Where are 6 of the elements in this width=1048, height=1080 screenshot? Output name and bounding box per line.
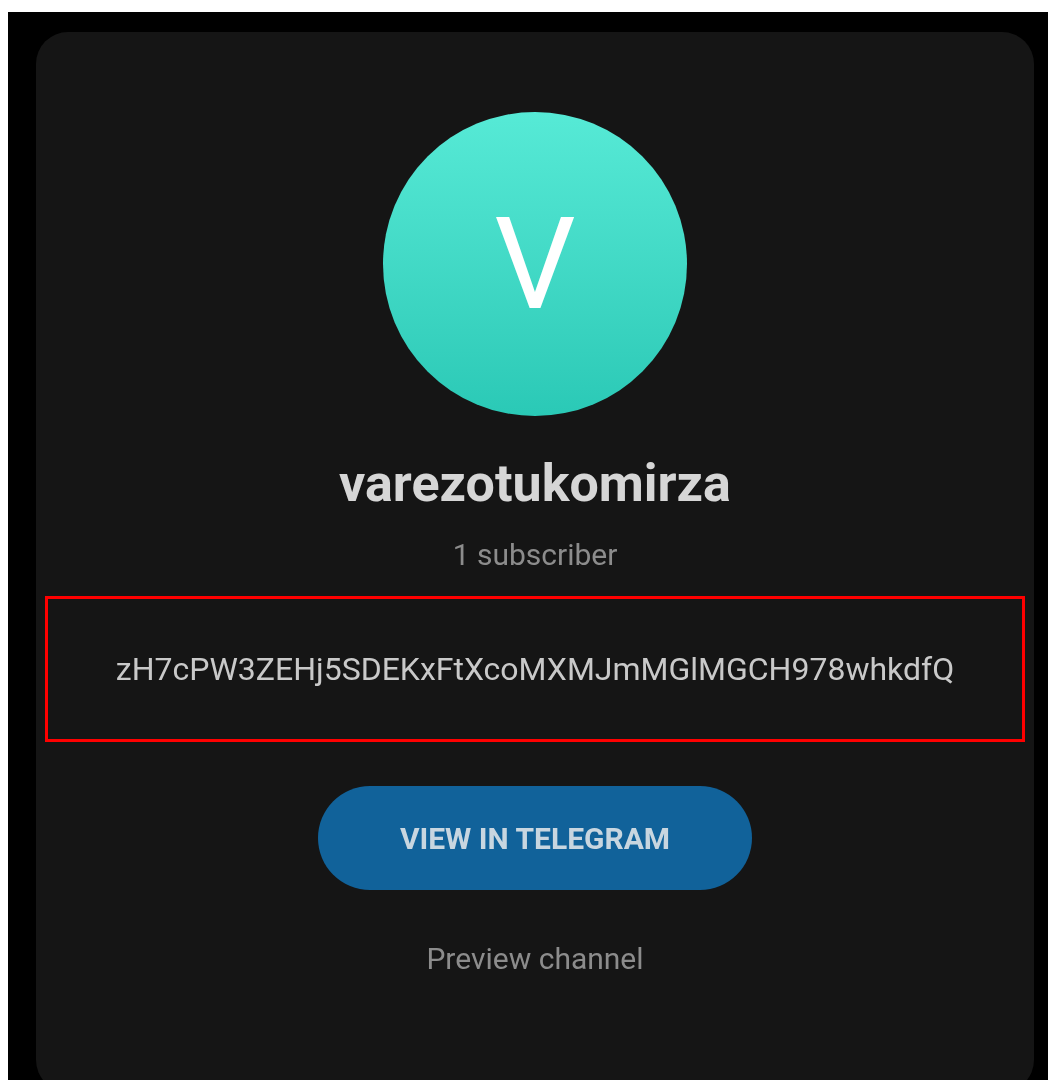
channel-name: varezotukomirza (339, 458, 731, 510)
view-in-telegram-button[interactable]: VIEW IN TELEGRAM (318, 786, 752, 890)
channel-description: zH7cPW3ZEHj5SDEKxFtXcoMXMJmMGlMGCH978whkdfQ (114, 649, 956, 690)
subscriber-count: 1 subscriber (452, 540, 618, 570)
preview-channel-link[interactable]: Preview channel (426, 944, 644, 974)
avatar: V (383, 112, 687, 416)
